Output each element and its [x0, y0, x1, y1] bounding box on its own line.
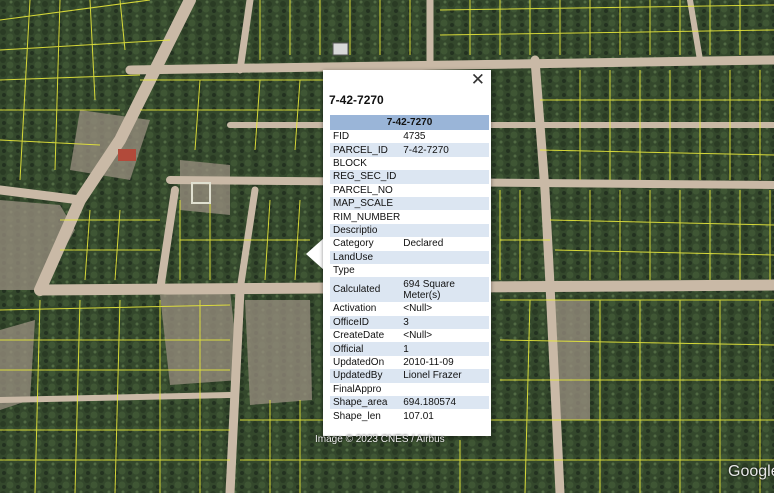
attribute-value	[400, 196, 489, 211]
attribute-key: Category	[333, 238, 374, 250]
attribute-row: CreateDate <Null>	[330, 329, 489, 342]
attribute-row: FinalAppro	[330, 383, 489, 396]
attribute-table-header: 7-42-7270	[330, 115, 489, 130]
attribute-row: PARCEL_NO	[330, 184, 489, 197]
attribute-row: Category Declared	[330, 237, 489, 250]
attribute-value: 694 Square Meter(s)	[400, 277, 489, 303]
attribute-value: 3	[400, 315, 489, 330]
attribute-value: 107.01	[403, 410, 434, 422]
attribute-row: Activation <Null>	[330, 302, 489, 315]
attribute-value: 4735	[403, 131, 426, 143]
attribute-value: 2010-11-09	[403, 357, 454, 369]
close-icon[interactable]: ✕	[471, 71, 485, 89]
attribute-value	[400, 170, 489, 184]
attribute-value	[400, 184, 489, 197]
attribute-key: MAP_SCALE	[330, 196, 401, 211]
attribute-key: Descriptio	[330, 223, 401, 238]
attribute-key: RIM_NUMBER	[333, 211, 401, 223]
attribute-key: Activation	[333, 303, 377, 315]
attribute-key: CreateDate	[333, 330, 385, 342]
attribute-table: 7-42-7270 FID 4735 PARCEL_ID 7-42-7270 BLOCK…	[330, 115, 489, 423]
attribute-value	[400, 223, 489, 238]
attribute-key: Shape_len	[333, 410, 381, 422]
attribute-row: Calculated 694 Square Meter(s)	[330, 277, 489, 303]
imagery-credit: Image © 2023 CNES / Airbus	[315, 434, 445, 445]
attribute-key: Shape_area	[330, 396, 401, 410]
attribute-value	[400, 157, 489, 170]
attribute-key: OfficeID	[330, 315, 401, 330]
attribute-row: Type	[330, 264, 489, 277]
attribute-value: <Null>	[403, 303, 433, 315]
attribute-value	[400, 264, 489, 277]
attribute-row: BLOCK	[330, 157, 489, 170]
attribute-row: MAP_SCALE	[330, 196, 489, 211]
attribute-key: LandUse	[330, 250, 401, 264]
attribute-row: UpdatedOn 2010-11-09	[330, 356, 489, 369]
attribute-value	[400, 250, 489, 264]
attribute-row: LandUse	[330, 250, 489, 264]
attribute-row: UpdatedBy Lionel Frazer	[330, 369, 489, 383]
attribute-key: Calculated	[330, 277, 401, 303]
attribute-value: 7-42-7270	[400, 143, 489, 157]
attribute-value	[400, 383, 489, 396]
attribute-key: PARCEL_NO	[333, 184, 393, 196]
attribute-key: UpdatedBy	[330, 369, 401, 383]
attribute-row: OfficeID 3	[330, 315, 489, 330]
attribute-value: 1	[400, 342, 489, 356]
attribute-key: Type	[333, 265, 355, 277]
attribute-key: FID	[333, 131, 350, 143]
attribute-row: REG_SEC_ID	[330, 170, 489, 184]
attribute-value: 694.180574	[400, 396, 489, 410]
attribute-key: PARCEL_ID	[330, 143, 401, 157]
attribute-row: PARCEL_ID 7-42-7270	[330, 143, 489, 157]
attribute-row: FID 4735	[330, 130, 489, 143]
google-watermark: Google	[728, 463, 774, 480]
attribute-value: <Null>	[403, 330, 433, 342]
attribute-key: BLOCK	[333, 157, 367, 169]
attribute-value: Lionel Frazer	[400, 369, 489, 383]
popup-title: 7-42-7270	[329, 93, 384, 107]
attribute-key: FinalAppro	[333, 383, 382, 395]
attribute-key: Official	[330, 342, 401, 356]
feature-info-popup: ✕ 7-42-7270 7-42-7270 FID 4735 PARCEL_ID 7-…	[323, 70, 491, 436]
popup-pointer	[306, 238, 324, 270]
attribute-value	[400, 210, 489, 223]
attribute-row: Descriptio	[330, 223, 489, 238]
attribute-row: RIM_NUMBER	[330, 210, 489, 223]
attribute-key: REG_SEC_ID	[330, 170, 401, 184]
attribute-value: Declared	[403, 238, 444, 250]
attribute-key: UpdatedOn	[333, 357, 385, 369]
attribute-row: Official 1	[330, 342, 489, 356]
attribute-row: Shape_area 694.180574	[330, 396, 489, 410]
attribute-row: Shape_len 107.01	[330, 409, 489, 422]
